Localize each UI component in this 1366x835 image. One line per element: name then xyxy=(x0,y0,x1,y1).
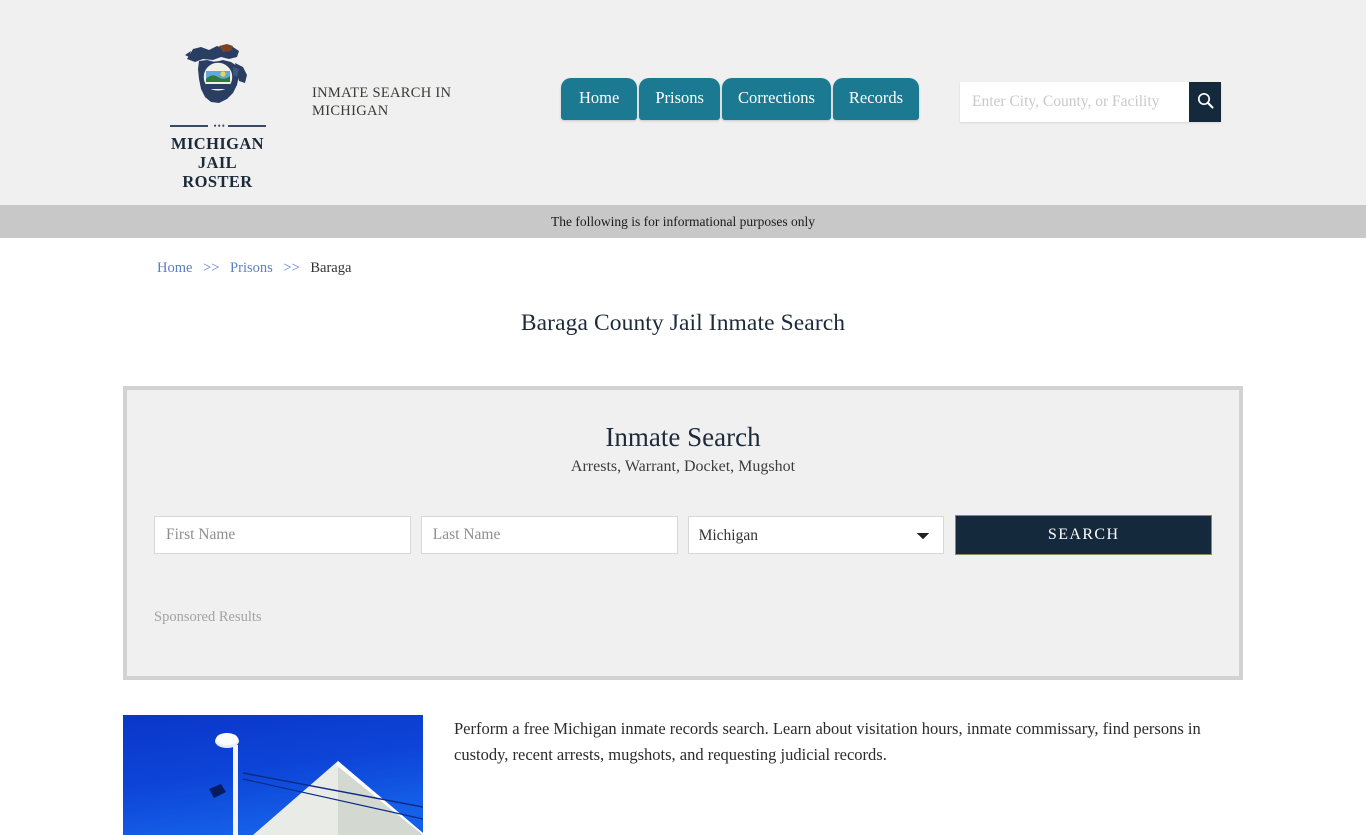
panel-title: Inmate Search xyxy=(605,422,761,452)
breadcrumb: Home >> Prisons >> Baraga xyxy=(0,238,1366,277)
sponsored-results-label: Sponsored Results xyxy=(154,609,262,625)
nav-tab-records[interactable]: Records xyxy=(832,78,919,120)
site-logo[interactable]: ••• MICHIGAN JAIL ROSTER xyxy=(165,33,270,191)
first-name-input[interactable] xyxy=(154,516,411,554)
breadcrumb-item-prisons[interactable]: Prisons xyxy=(230,260,273,276)
search-icon xyxy=(1197,92,1214,112)
state-select[interactable]: Michigan xyxy=(687,516,945,554)
breadcrumb-separator: >> xyxy=(283,260,300,276)
page-title: Baraga County Jail Inmate Search xyxy=(520,310,846,336)
breadcrumb-separator: >> xyxy=(203,260,220,276)
header-search-input[interactable] xyxy=(960,82,1189,122)
panel-subtitle: Arrests, Warrant, Docket, Mugshot xyxy=(570,458,796,475)
header-search xyxy=(960,82,1221,122)
breadcrumb-item-current: Baraga xyxy=(310,260,352,276)
site-header: ••• MICHIGAN JAIL ROSTER INMATE SEARCH I… xyxy=(0,0,1366,205)
informational-bar-text: The following is for informational purpo… xyxy=(551,213,815,229)
intro-paragraph: Perform a free Michigan inmate records s… xyxy=(454,719,1201,764)
inmate-search-panel: Inmate Search Arrests, Warrant, Docket, … xyxy=(123,386,1243,680)
logo-title-line1: MICHIGAN xyxy=(170,134,265,153)
main-navigation: Home Prisons Corrections Records xyxy=(561,78,921,120)
jail-building-photo xyxy=(123,715,423,835)
logo-ornament: ••• xyxy=(213,121,226,131)
michigan-state-seal-icon xyxy=(179,33,257,121)
last-name-input[interactable] xyxy=(420,516,678,554)
informational-bar: The following is for informational purpo… xyxy=(0,205,1366,238)
lower-content: Perform a free Michigan inmate records s… xyxy=(123,715,1243,835)
logo-divider: ••• xyxy=(169,121,266,131)
header-search-button[interactable] xyxy=(1189,82,1221,122)
nav-tab-prisons[interactable]: Prisons xyxy=(639,78,720,120)
nav-tab-home[interactable]: Home xyxy=(561,78,638,120)
site-tagline: INMATE SEARCH IN MICHIGAN xyxy=(312,85,452,119)
search-submit-button[interactable]: SEARCH xyxy=(955,515,1213,555)
breadcrumb-item-home[interactable]: Home xyxy=(157,260,192,276)
nav-tab-corrections[interactable]: Corrections xyxy=(721,78,831,120)
inmate-search-form: Michigan SEARCH xyxy=(154,515,1213,555)
logo-title-line2: JAIL ROSTER xyxy=(182,153,253,191)
